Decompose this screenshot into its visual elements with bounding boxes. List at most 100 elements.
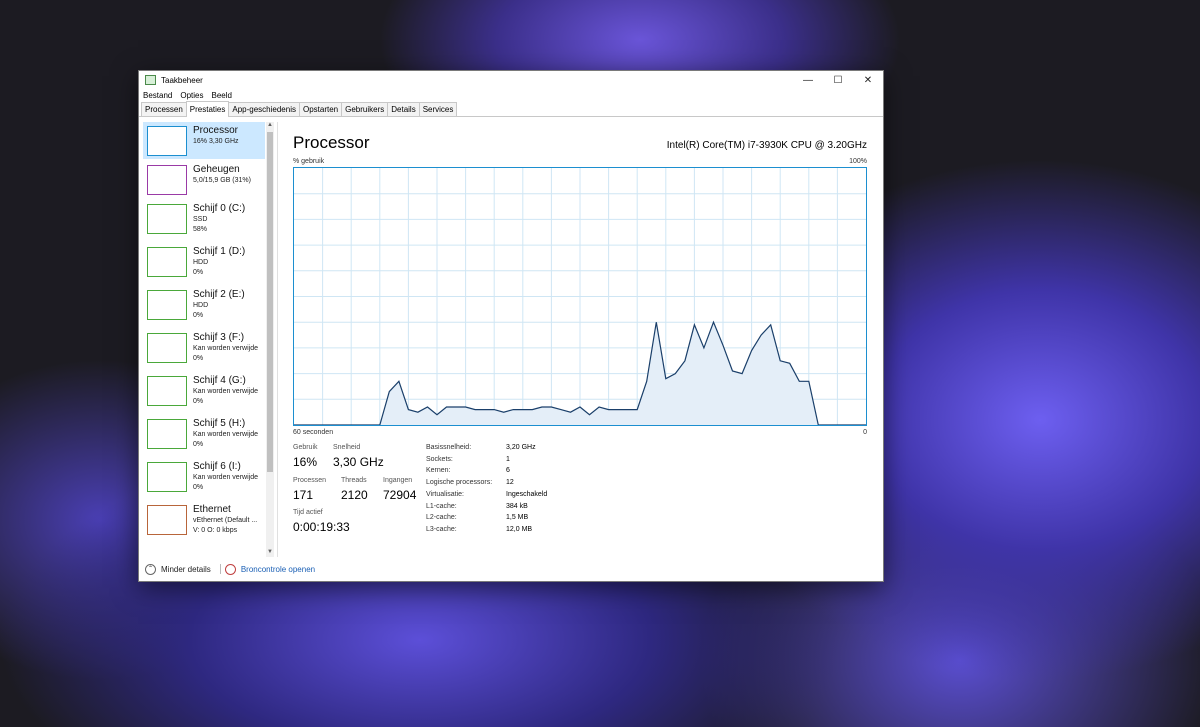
processor-panel: Processor Intel(R) Core(TM) i7-3930K CPU… [293, 118, 867, 557]
uptime-label: Tijd actief [293, 509, 323, 516]
scroll-thumb[interactable] [267, 132, 273, 472]
handles-label: Ingangen [383, 477, 413, 484]
sidebar-item-detail: 0% [193, 355, 204, 362]
sidebar-item-title: Schijf 0 (C:) [193, 203, 246, 214]
sidebar-scrollbar[interactable]: ▲ ▼ [266, 122, 274, 557]
window-title: Taakbeheer [161, 75, 203, 85]
fewer-details-label: Minder details [161, 564, 211, 574]
spec-value: 3,20 GHz [506, 444, 536, 451]
mini-graph-icon [147, 376, 187, 406]
menu-bar: Bestand Opties Beeld [139, 89, 883, 101]
spec-label: Sockets: [426, 455, 453, 463]
scroll-up-icon[interactable]: ▲ [266, 122, 274, 130]
mini-graph-icon [147, 165, 187, 195]
spec-value: Ingeschakeld [506, 490, 548, 498]
spec-value: 12,0 MB [506, 525, 533, 533]
sidebar-item-title: Schijf 2 (E:) [193, 289, 245, 300]
mini-graph-icon [147, 462, 187, 492]
sidebar-item-detail: SSD [193, 216, 208, 223]
sidebar-item-detail: 0% [193, 312, 204, 319]
speed-label: Snelheid [333, 444, 361, 451]
footer-bar: ⌃ Minder details Broncontrole openen [139, 557, 883, 581]
title-bar[interactable]: Taakbeheer — ☐ ✕ [139, 71, 883, 89]
sidebar-item-title: Processor [193, 125, 239, 136]
tab-opstarten[interactable]: Opstarten [298, 102, 343, 116]
cpu-model: Intel(R) Core(TM) i7-3930K CPU @ 3.20GHz [666, 140, 867, 151]
tab-bar: Processen Prestaties App-geschiedenis Op… [139, 101, 883, 117]
sidebar-item-title: Schijf 5 (H:) [193, 418, 246, 429]
tab-services[interactable]: Services [418, 102, 458, 116]
sidebar-item-title: Schijf 6 (I:) [193, 461, 241, 472]
x-axis-label: 60 seconden [293, 429, 334, 436]
spec-value: 384 kB [506, 502, 528, 510]
spec-value: 6 [506, 467, 510, 475]
spec-label: L1-cache: [426, 502, 457, 510]
sidebar-item-title: Schijf 4 (G:) [193, 375, 246, 386]
handles-value: 72904 [383, 488, 417, 502]
fewer-details-button[interactable]: ⌃ Minder details [145, 563, 211, 575]
sidebar-item-ethernet[interactable]: Ethernet vEthernet (Default ... V: 0 O: 0 … [143, 501, 265, 542]
usage-value: 16% [293, 455, 318, 469]
sidebar-item-processor[interactable]: Processor 16% 3,30 GHz [143, 122, 265, 159]
uptime-value: 0:00:19:33 [293, 520, 350, 534]
menu-beeld[interactable]: Beeld [211, 91, 231, 100]
tab-app-geschiedenis[interactable]: App-geschiedenis [228, 102, 300, 116]
panel-title: Processor [293, 133, 370, 152]
x-axis-min-label: 0 [863, 429, 867, 436]
tab-processen[interactable]: Processen [141, 102, 187, 116]
minimize-button[interactable]: — [793, 71, 823, 89]
spec-label: L3-cache: [426, 525, 457, 533]
spec-label: Basissnelheid: [426, 444, 472, 451]
tab-prestaties[interactable]: Prestaties [185, 101, 230, 117]
sidebar-item-schijf-6-i[interactable]: Schijf 6 (I:) Kan worden verwijde 0% [143, 458, 265, 499]
mini-graph-icon [147, 505, 187, 535]
sidebar-item-detail: Kan worden verwijde [193, 431, 258, 438]
sidebar-item-detail: Kan worden verwijde [193, 474, 258, 481]
resource-sidebar: Processor 16% 3,30 GHz Geheugen 5,0/15,9 GB… [139, 122, 278, 557]
threads-label: Threads [341, 477, 367, 484]
menu-opties[interactable]: Opties [180, 91, 203, 100]
spec-value: 1 [506, 455, 510, 463]
mini-graph-icon [147, 204, 187, 234]
sidebar-item-detail: 0% [193, 441, 204, 448]
sidebar-item-schijf-5-h[interactable]: Schijf 5 (H:) Kan worden verwijde 0% [143, 415, 265, 456]
sidebar-item-schijf-3-f[interactable]: Schijf 3 (F:) Kan worden verwijde 0% [143, 329, 265, 370]
speed-value: 3,30 GHz [333, 455, 384, 469]
mini-graph-icon [147, 333, 187, 363]
sidebar-item-detail: Kan worden verwijde [193, 388, 258, 395]
task-manager-window: Taakbeheer — ☐ ✕ Bestand Opties Beeld Pr… [138, 70, 884, 582]
sidebar-item-title: Geheugen [193, 164, 240, 175]
sidebar-item-detail: Kan worden verwijde [193, 345, 258, 352]
scroll-down-icon[interactable]: ▼ [266, 549, 274, 557]
y-axis-label: % gebruik [293, 158, 325, 165]
menu-bestand[interactable]: Bestand [143, 91, 172, 100]
resource-monitor-link[interactable]: Broncontrole openen [241, 565, 315, 574]
spec-label: Kernen: [426, 467, 451, 475]
task-manager-icon [145, 75, 156, 85]
spec-label: Virtualisatie: [426, 490, 465, 498]
performance-content: Processor 16% 3,30 GHz Geheugen 5,0/15,9 GB… [139, 118, 883, 557]
sidebar-item-schijf-0-c[interactable]: Schijf 0 (C:) SSD 58% [143, 200, 265, 241]
close-button[interactable]: ✕ [853, 71, 883, 89]
sidebar-item-title: Schijf 1 (D:) [193, 246, 246, 257]
sidebar-item-detail: 0% [193, 269, 204, 276]
sidebar-item-schijf-2-e[interactable]: Schijf 2 (E:) HDD 0% [143, 286, 265, 327]
tab-details[interactable]: Details [387, 102, 420, 116]
usage-label: Gebruik [293, 444, 318, 451]
sidebar-item-geheugen[interactable]: Geheugen 5,0/15,9 GB (31%) [143, 161, 265, 198]
tab-gebruikers[interactable]: Gebruikers [341, 102, 389, 116]
spec-value: 1,5 MB [506, 514, 529, 522]
cpu-usage-chart [294, 168, 866, 425]
maximize-button[interactable]: ☐ [823, 71, 853, 89]
sidebar-item-detail: vEthernet (Default ... [193, 517, 258, 524]
sidebar-item-schijf-4-g[interactable]: Schijf 4 (G:) Kan worden verwijde 0% [143, 372, 265, 413]
mini-graph-icon [147, 126, 187, 156]
spec-value: 12 [506, 479, 514, 487]
sidebar-item-detail: HDD [193, 302, 209, 309]
sidebar-item-title: Ethernet [193, 504, 231, 515]
sidebar-item-schijf-1-d[interactable]: Schijf 1 (D:) HDD 0% [143, 243, 265, 284]
footer-divider [219, 564, 221, 574]
chevron-up-icon: ⌃ [145, 563, 156, 575]
spec-label: L2-cache: [426, 514, 457, 522]
processes-label: Processen [293, 477, 327, 484]
